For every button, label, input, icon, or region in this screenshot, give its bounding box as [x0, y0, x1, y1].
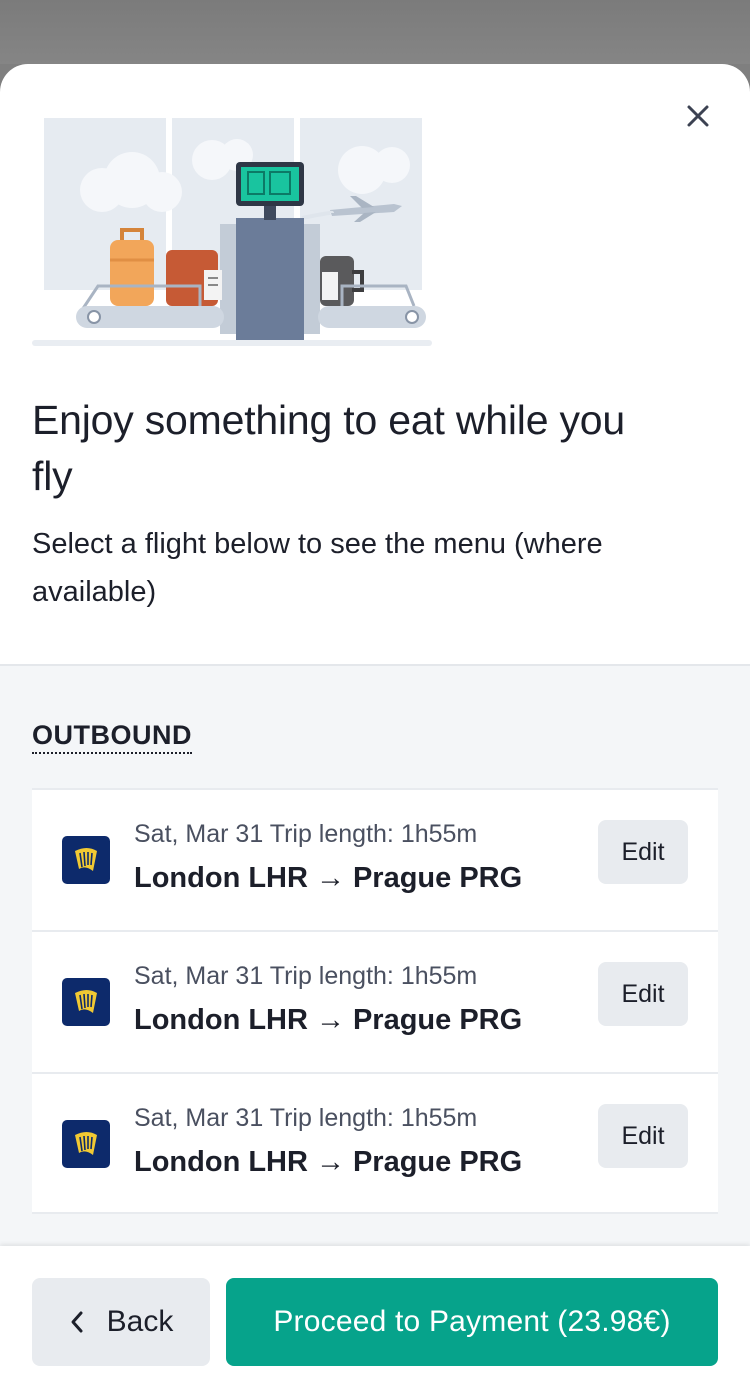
flight-date: Sat, Mar 31 — [134, 820, 264, 848]
flight-origin: London LHR — [134, 862, 308, 894]
flight-trip-length: Trip length: 1h55m — [269, 820, 478, 848]
edit-flight-button[interactable]: Edit — [598, 820, 688, 884]
proceed-to-payment-button[interactable]: Proceed to Payment (23.98€) — [226, 1278, 718, 1366]
route-arrow-icon: → — [315, 1004, 345, 1036]
flight-destination: Prague PRG — [352, 862, 523, 894]
section-label-outbound: OUTBOUND — [32, 720, 192, 754]
back-button[interactable]: Back — [32, 1278, 210, 1366]
flight-list: Sat, Mar 31 Trip length: 1h55m London LH… — [32, 788, 718, 1214]
flight-destination: Prague PRG — [352, 1004, 523, 1036]
close-icon — [687, 105, 709, 127]
flight-trip-length: Trip length: 1h55m — [269, 962, 478, 990]
flight-origin: London LHR — [134, 1004, 308, 1036]
flight-meta: Sat, Mar 31 Trip length: 1h55m — [134, 818, 477, 850]
route-arrow-icon: → — [315, 862, 345, 894]
flight-list-section: OUTBOUND Sat, Mar 31 Trip length: 1h55m … — [0, 664, 750, 1246]
flight-date: Sat, Mar 31 — [134, 1104, 264, 1132]
close-button[interactable] — [678, 96, 718, 136]
chevron-left-icon — [71, 1311, 83, 1333]
ryanair-harp-icon — [62, 1120, 110, 1168]
flight-card[interactable]: Sat, Mar 31 Trip length: 1h55m London LH… — [32, 930, 718, 1072]
dialog-subtitle: Select a flight below to see the menu (w… — [32, 528, 603, 608]
flight-route: London LHR → Prague PRG — [134, 860, 522, 896]
route-arrow-icon: → — [315, 1146, 345, 1178]
baggage-conveyor-illustration — [32, 118, 432, 346]
edit-flight-button[interactable]: Edit — [598, 962, 688, 1026]
dialog-title: Enjoy something to eat while you fly — [32, 397, 626, 499]
flight-date: Sat, Mar 31 — [134, 962, 264, 990]
ryanair-harp-icon — [62, 978, 110, 1026]
flight-destination: Prague PRG — [352, 1146, 523, 1178]
flight-card[interactable]: Sat, Mar 31 Trip length: 1h55m London LH… — [32, 1072, 718, 1214]
flight-meta: Sat, Mar 31 Trip length: 1h55m — [134, 1102, 477, 1134]
back-button-label: Back — [106, 1305, 174, 1338]
flight-trip-length: Trip length: 1h55m — [269, 1104, 478, 1132]
modal-backdrop[interactable] — [0, 0, 750, 64]
flight-origin: London LHR — [134, 1146, 308, 1178]
flight-route: London LHR → Prague PRG — [134, 1002, 522, 1038]
flight-route: London LHR → Prague PRG — [134, 1144, 522, 1180]
footer-actions: Back Proceed to Payment (23.98€) — [0, 1246, 750, 1398]
flight-card[interactable]: Sat, Mar 31 Trip length: 1h55m London LH… — [32, 788, 718, 930]
flight-meta: Sat, Mar 31 Trip length: 1h55m — [134, 960, 477, 992]
edit-flight-button[interactable]: Edit — [598, 1104, 688, 1168]
ryanair-harp-icon — [62, 836, 110, 884]
